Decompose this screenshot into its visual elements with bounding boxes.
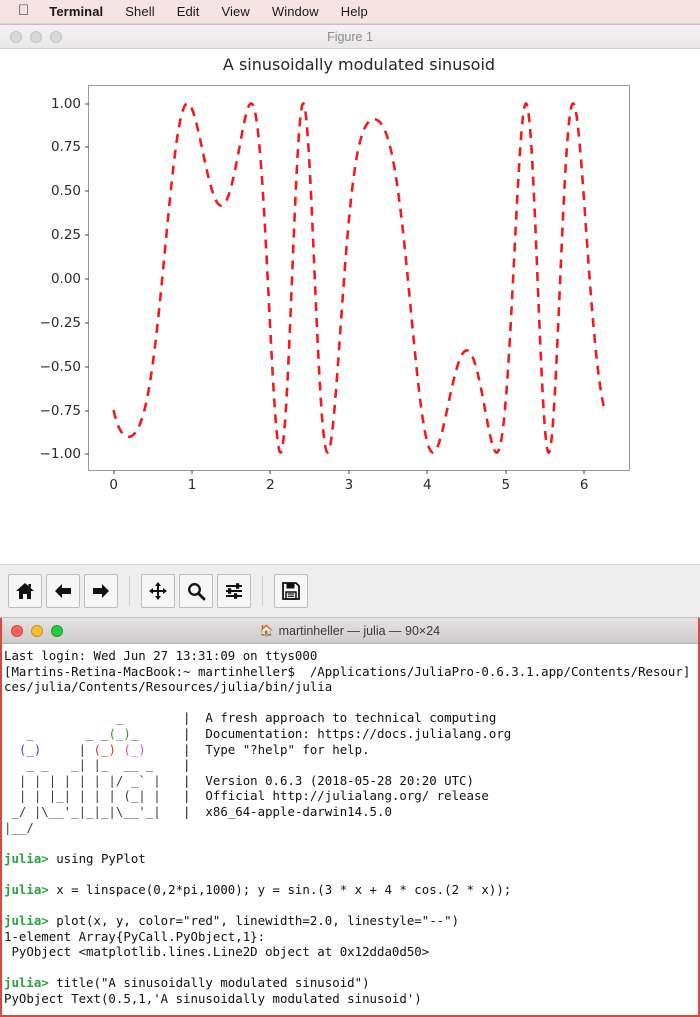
figure-window: Figure 1 A sinusoidally modulated sinuso…: [0, 24, 700, 618]
julia-prompt: julia>: [4, 975, 57, 991]
y-axis-tick-label: −1.00: [39, 446, 81, 463]
y-axis-tick-mark: [85, 410, 89, 412]
y-axis-tick-mark: [85, 278, 89, 280]
y-axis-tick-mark: [85, 103, 89, 105]
terminal-output-line: 1-element Array{PyCall.PyObject,1}:: [4, 928, 266, 944]
y-axis-tick-mark: [85, 190, 89, 192]
pan-button[interactable]: [141, 574, 175, 608]
home-icon: 🏠: [259, 625, 274, 637]
configure-subplots-button[interactable]: [217, 574, 251, 608]
plot-canvas: A sinusoidally modulated sinusoid 1.00 0.…: [0, 49, 700, 564]
terminal-command-line: julia> using PyPlot: [4, 850, 146, 866]
julia-prompt: julia>: [4, 881, 57, 897]
back-arrow-icon: [53, 581, 73, 601]
x-axis-tick-label: 6: [579, 477, 589, 493]
terminal-output[interactable]: Last login: Wed Jun 27 13:31:09 on ttys0…: [2, 644, 698, 1015]
y-axis-tick-label: −0.75: [39, 402, 81, 419]
x-axis-tick-label: 4: [423, 477, 432, 493]
toolbar-separator-1: [129, 576, 130, 606]
julia-prompt: julia>: [4, 913, 57, 929]
y-axis-tick-label: 0.00: [50, 271, 81, 287]
magnifier-icon: [186, 581, 206, 601]
plot-axes: 1.00 0.75 0.50 0.25 0.00 −0.25 −0.50 −0.75 −1.00…: [40, 85, 630, 493]
x-axis-tick-mark: [583, 470, 585, 474]
pan-move-icon: [148, 581, 168, 601]
terminal-output-line: PyObject Text(0.5,1,'A sinusoidally modu…: [4, 991, 422, 1007]
terminal-command-line: julia> title("A sinusoidally modulated s…: [4, 975, 370, 991]
plot-title: A sinusoidally modulated sinusoid: [222, 55, 496, 74]
back-button[interactable]: [46, 574, 80, 608]
terminal-launch-line: [Martins-Retina-MacBook:~ martinheller$ …: [4, 663, 691, 679]
x-axis-tick-label: 2: [266, 477, 275, 493]
y-axis-tick-label: −0.25: [39, 314, 81, 331]
terminal-output-line: PyObject <matplotlib.lines.Line2D object…: [4, 944, 430, 960]
menu-item-window[interactable]: Window: [272, 4, 319, 19]
terminal-command-line: julia> x = linspace(0,2*pi,1000); y = si…: [4, 881, 512, 897]
terminal-title-text: martinheller — julia — 90×24: [278, 623, 441, 638]
terminal-command-line: julia> plot(x, y, color="red", linewidth…: [4, 913, 460, 929]
screen:  Terminal Shell Edit View Window Help F…: [0, 0, 700, 1017]
y-axis-tick-mark: [85, 453, 89, 455]
home-icon: [15, 581, 35, 601]
zoom-rect-button[interactable]: [179, 574, 213, 608]
sliders-icon: [224, 581, 244, 601]
y-axis-tick-mark: [85, 366, 89, 368]
terminal-launch-line: ces/julia/Contents/Resources/julia/bin/j…: [4, 679, 333, 695]
figure-window-title: Figure 1: [327, 29, 373, 44]
x-axis-tick-label: 0: [109, 477, 118, 493]
y-axis-tick-mark: [85, 146, 89, 148]
menu-item-help[interactable]: Help: [341, 4, 368, 19]
matplotlib-toolbar: [0, 564, 700, 617]
menu-item-edit[interactable]: Edit: [177, 4, 200, 19]
julia-prompt: julia>: [4, 850, 57, 866]
menu-item-view[interactable]: View: [222, 4, 250, 19]
floppy-save-icon: [281, 581, 301, 601]
toolbar-separator-2: [262, 576, 263, 606]
forward-button[interactable]: [84, 574, 118, 608]
terminal-window: 🏠 martinheller — julia — 90×24 Last logi…: [0, 618, 700, 1017]
x-axis-tick-label: 3: [344, 477, 354, 493]
forward-arrow-icon: [91, 581, 111, 601]
data-curve: [112, 102, 606, 455]
x-axis-tick-mark: [191, 470, 193, 474]
menu-item-shell[interactable]: Shell: [125, 4, 154, 19]
x-axis-tick-label: 1: [187, 477, 197, 493]
terminal-login-line: Last login: Wed Jun 27 13:31:09 on ttys0…: [4, 648, 318, 663]
y-axis-tick-label: 1.00: [50, 95, 81, 112]
terminal-titlebar[interactable]: 🏠 martinheller — julia — 90×24: [2, 618, 698, 644]
terminal-window-title: 🏠 martinheller — julia — 90×24: [2, 624, 698, 638]
y-axis-tick-mark: [85, 234, 89, 236]
x-axis-tick-label: 5: [501, 477, 511, 493]
apple-logo-icon[interactable]: : [18, 3, 29, 18]
y-axis-tick-mark: [85, 322, 89, 324]
macos-menu-bar:  Terminal Shell Edit View Window Help: [0, 0, 700, 24]
x-axis-tick-mark: [505, 470, 507, 474]
x-axis-tick-mark: [426, 470, 428, 474]
save-figure-button[interactable]: [274, 574, 308, 608]
y-axis-tick-label: −0.50: [39, 358, 81, 375]
julia-ascii-logo: _ _ _ _(_)_ (_) | (_) (_) _ _ _| |_ __ _…: [4, 710, 161, 835]
home-button[interactable]: [8, 574, 42, 608]
julia-banner: _ _ _ _(_)_ (_) | (_) (_) _ _ _| |_ __ _…: [4, 710, 694, 835]
x-axis-tick-mark: [348, 470, 350, 474]
julia-banner-info: | A fresh approach to technical computin…: [183, 710, 512, 819]
y-axis-tick-label: 0.50: [50, 183, 81, 200]
menu-item-terminal[interactable]: Terminal: [49, 4, 103, 19]
x-axis-tick-mark: [113, 470, 115, 474]
figure-titlebar[interactable]: Figure 1: [0, 25, 700, 49]
x-axis-tick-mark: [269, 470, 271, 474]
y-axis-tick-label: 0.75: [50, 139, 81, 156]
y-axis-tick-label: 0.25: [50, 227, 81, 244]
